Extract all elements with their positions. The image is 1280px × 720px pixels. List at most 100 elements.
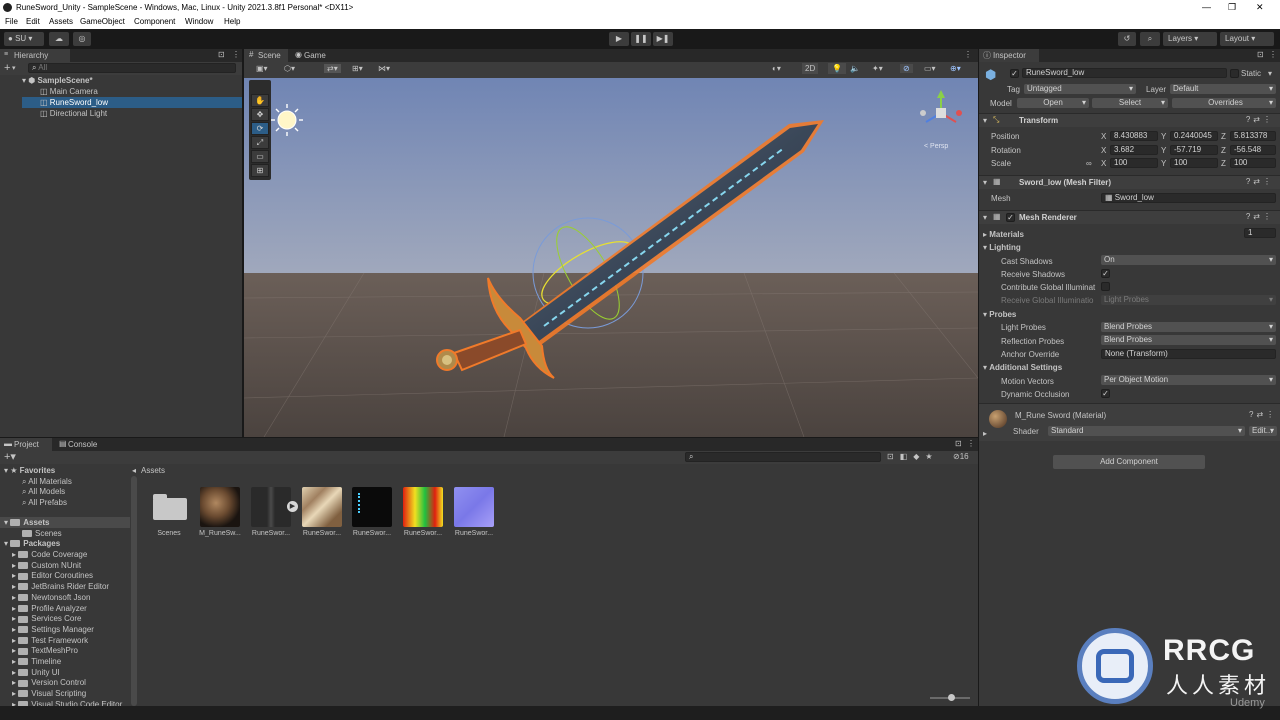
static-dropdown-icon[interactable]: ▾ [1268, 68, 1272, 79]
lighting-toggle-icon[interactable]: 💡 [828, 63, 846, 74]
tree-package-item[interactable]: ▸ Services Core [12, 613, 82, 624]
shading-icon[interactable]: ⬡▾ [284, 64, 295, 73]
favorite-item[interactable]: ⌕ All Prefabs [22, 497, 67, 508]
hierarchy-item-directional-light[interactable]: ◫ Directional Light [40, 108, 107, 119]
rotation-y-field[interactable]: -57.719 [1170, 145, 1218, 155]
pause-button[interactable]: ❚❚ [631, 32, 651, 46]
active-checkbox[interactable]: ✓ [1010, 69, 1019, 78]
tree-package-item[interactable]: ▸ Visual Scripting [12, 688, 86, 699]
step-button[interactable]: ▶❚ [653, 32, 673, 46]
account-dropdown[interactable]: ● SU ▾ [4, 32, 44, 46]
dynamic-occlusion-checkbox[interactable]: ✓ [1101, 389, 1110, 398]
slider-handle[interactable] [948, 694, 955, 701]
albedo-texture-thumb[interactable] [302, 487, 342, 527]
reflection-probes-dropdown[interactable]: Blend Probes [1101, 335, 1276, 345]
visibility-icon[interactable]: ⊘ [900, 64, 913, 73]
hierarchy-item-runesword[interactable]: ◫ RuneSword_low [22, 97, 242, 108]
transform-header[interactable]: ▾ ⤡ Transform ?⇄⋮ [979, 113, 1280, 127]
snap-icon[interactable]: ⋈▾ [378, 64, 390, 73]
add-component-button[interactable]: Add Component [1053, 455, 1205, 469]
model-open-button[interactable]: Open [1017, 98, 1089, 108]
project-search-input[interactable]: ⌕ [685, 452, 881, 462]
menu-assets[interactable]: Assets [49, 17, 73, 26]
rotation-x-field[interactable]: 3.682 [1110, 145, 1158, 155]
cloud-icon[interactable]: ☁ [49, 32, 69, 46]
menu-file[interactable]: File [5, 17, 18, 26]
search-icon[interactable]: ⌕ [1140, 32, 1160, 46]
tree-package-item[interactable]: ▸ Settings Manager [12, 624, 94, 635]
scenes-folder-thumb[interactable] [153, 490, 187, 520]
tree-package-item[interactable]: ▸ Custom NUnit [12, 560, 81, 571]
packages-folder[interactable]: ▾ Packages [4, 538, 60, 549]
lock-icon[interactable]: ⊡ [218, 50, 225, 59]
expand-play-icon[interactable]: ▶ [287, 501, 298, 512]
thumbnail-size-slider[interactable] [930, 694, 970, 701]
minimize-button[interactable]: — [1202, 2, 1211, 12]
toggle-2d-button[interactable]: 2D [802, 63, 819, 74]
tree-package-item[interactable]: ▸ Test Framework [12, 635, 88, 646]
tree-package-item[interactable]: ▸ Profile Analyzer [12, 603, 87, 614]
object-name-field[interactable]: RuneSword_low [1022, 68, 1227, 78]
scene-camera-icon[interactable]: ▭▾ [924, 64, 936, 73]
assets-folder[interactable]: ▾ Assets [0, 517, 130, 528]
contribute-gi-checkbox[interactable] [1101, 282, 1110, 291]
kebab-menu-icon[interactable]: ⋮ [967, 439, 975, 448]
position-y-field[interactable]: 0.2440045 [1170, 131, 1218, 141]
scale-x-field[interactable]: 100 [1110, 158, 1158, 168]
layer-dropdown[interactable]: Default [1170, 84, 1276, 94]
mask-texture-thumb[interactable] [403, 487, 443, 527]
rotate-tool-button[interactable]: ⟳ [251, 122, 269, 135]
position-x-field[interactable]: 8.430883 [1110, 131, 1158, 141]
model-select-button[interactable]: Select [1092, 98, 1168, 108]
menu-gameobject[interactable]: GameObject [80, 17, 125, 26]
scale-tool-button[interactable]: ⤢ [251, 136, 269, 149]
filter-icons[interactable]: ⊡◧◆★ [887, 452, 939, 461]
close-button[interactable]: ✕ [1256, 2, 1264, 13]
component-actions-icon[interactable]: ?⇄⋮ [1246, 115, 1274, 124]
menu-help[interactable]: Help [224, 17, 240, 26]
add-icon[interactable]: +▾ [4, 450, 16, 463]
lighting-foldout[interactable]: ▾ Lighting [983, 242, 1021, 253]
additional-settings-foldout[interactable]: ▾ Additional Settings [983, 362, 1062, 373]
effects-icon[interactable]: ✦▾ [872, 64, 883, 73]
menu-window[interactable]: Window [185, 17, 213, 26]
kebab-menu-icon[interactable]: ⋮ [232, 50, 240, 59]
move-gizmo-icon[interactable]: ⇄▾ [324, 64, 341, 73]
hierarchy-search-input[interactable]: ⌕ All [28, 63, 236, 73]
shader-dropdown[interactable]: Standard [1048, 426, 1245, 436]
move-tool-button[interactable]: ✥ [251, 108, 269, 121]
breadcrumb[interactable]: Assets [141, 465, 165, 476]
model-thumb[interactable] [251, 487, 291, 527]
mesh-filter-header[interactable]: ▾ ▦ Sword_low (Mesh Filter) ?⇄⋮ [979, 175, 1280, 189]
component-actions-icon[interactable]: ?⇄⋮ [1246, 177, 1274, 186]
materials-count-field[interactable]: 1 [1244, 228, 1276, 238]
kebab-menu-icon[interactable]: ⋮ [1269, 50, 1277, 59]
play-button[interactable]: ▶ [609, 32, 629, 46]
tree-package-item[interactable]: ▸ JetBrains Rider Editor [12, 581, 109, 592]
emission-texture-thumb[interactable] [352, 487, 392, 527]
kebab-menu-icon[interactable]: ⋮ [964, 50, 972, 59]
tree-package-item[interactable]: ▸ Code Coverage [12, 549, 87, 560]
tag-dropdown[interactable]: Untagged [1024, 84, 1136, 94]
lock-icon[interactable]: ⊡ [1257, 50, 1264, 59]
favorite-item[interactable]: ⌕ All Models [22, 486, 65, 497]
lock-icon[interactable]: ⊡ [955, 439, 962, 448]
menu-component[interactable]: Component [134, 17, 175, 26]
tab-hierarchy[interactable]: Hierarchy [0, 49, 70, 62]
component-actions-icon[interactable]: ?⇄⋮ [1249, 410, 1277, 419]
favorites-foldout[interactable]: ▾ ★ Favorites [4, 465, 55, 476]
static-checkbox[interactable] [1230, 69, 1239, 78]
camera-icon[interactable]: ◐▾ [772, 64, 781, 73]
maximize-button[interactable]: ❐ [1228, 2, 1236, 13]
add-icon[interactable]: + [4, 62, 10, 74]
mesh-renderer-header[interactable]: ▾ ▦ ✓ Mesh Renderer ?⇄⋮ [979, 210, 1280, 224]
position-z-field[interactable]: 5.813378 [1230, 131, 1276, 141]
rotation-z-field[interactable]: -56.548 [1230, 145, 1276, 155]
hand-tool-button[interactable]: ✋ [251, 94, 269, 107]
mesh-field[interactable]: ▦ Sword_low [1101, 193, 1276, 203]
hidden-count[interactable]: ⊘16 [953, 452, 969, 461]
mesh-renderer-enabled-checkbox[interactable]: ✓ [1006, 213, 1015, 222]
draw-mode-icon[interactable]: ▣▾ [256, 64, 268, 73]
material-thumb[interactable] [200, 487, 240, 527]
layout-dropdown[interactable]: Layout ▾ [1220, 32, 1274, 46]
